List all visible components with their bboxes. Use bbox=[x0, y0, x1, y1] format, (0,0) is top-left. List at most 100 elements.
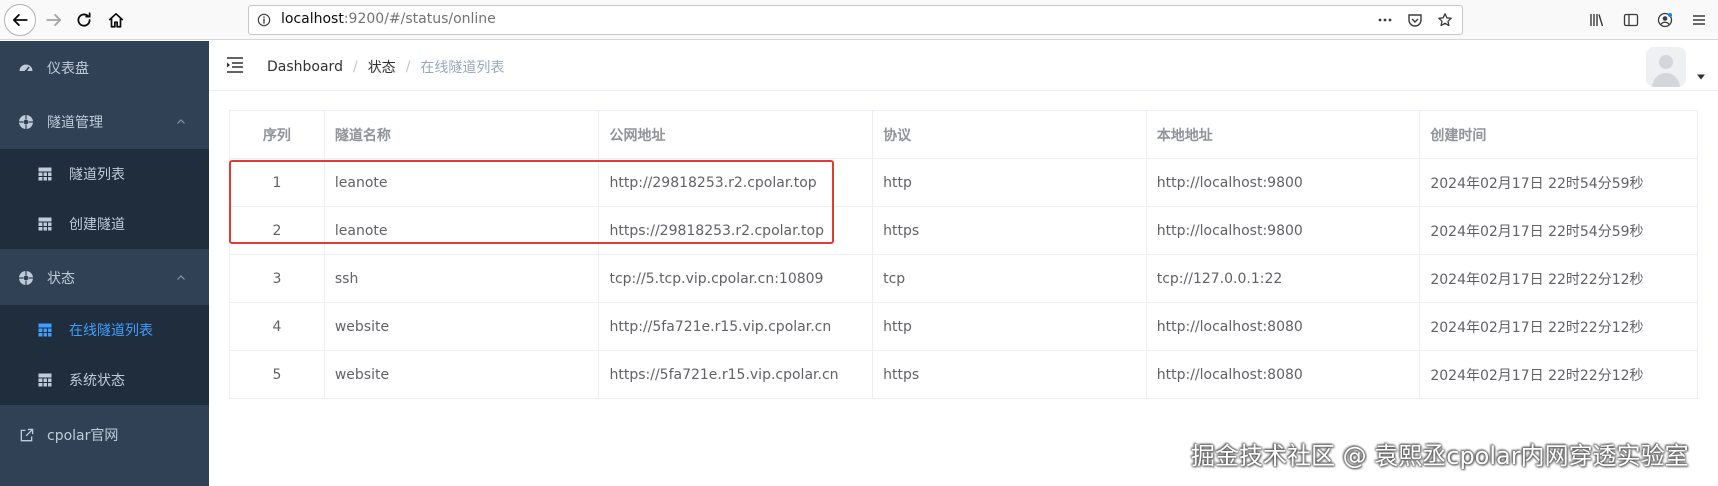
reload-button[interactable] bbox=[68, 4, 100, 36]
browser-toolbar: localhost:9200/#/status/online bbox=[0, 0, 1718, 40]
sidebar-toggle-icon[interactable] bbox=[1620, 9, 1642, 31]
table-icon bbox=[38, 323, 52, 337]
arrow-left-icon bbox=[12, 14, 28, 26]
back-button[interactable] bbox=[4, 4, 36, 36]
sidebar-item-label: 在线隧道列表 bbox=[69, 323, 153, 339]
home-button[interactable] bbox=[100, 4, 132, 36]
cell-public-url[interactable]: https://5fa721e.r15.vip.cpolar.cn bbox=[599, 351, 874, 398]
breadcrumb-item-current: 在线隧道列表 bbox=[420, 60, 505, 76]
cell-name: website bbox=[325, 351, 600, 398]
cell-created: 2024年02月17日 22时54分59秒 bbox=[1430, 223, 1644, 240]
cell-created: 2024年02月17日 22时22分12秒 bbox=[1430, 271, 1644, 288]
cell-local-address: http://localhost:9800 bbox=[1147, 159, 1421, 206]
table-row: 4 website http://5fa721e.r15.vip.cpolar.… bbox=[230, 303, 1697, 351]
cell-name: leanote bbox=[325, 159, 600, 206]
column-header-protocol: 协议 bbox=[873, 111, 1147, 158]
table-icon bbox=[38, 373, 52, 387]
sidebar: 仪表盘 隧道管理 隧道列表 创建隧道 状态 在线隧道列表 系统状态 cpolar… bbox=[0, 41, 209, 486]
sidebar-item-tunnel-management[interactable]: 隧道管理 bbox=[0, 95, 209, 149]
sidebar-item-label: 系统状态 bbox=[69, 373, 125, 389]
cell-index: 3 bbox=[230, 255, 325, 302]
sidebar-item-online-tunnels[interactable]: 在线隧道列表 bbox=[0, 305, 209, 355]
navbar: Dashboard / 状态 / 在线隧道列表 bbox=[209, 41, 1718, 91]
cell-public-url[interactable]: https://29818253.r2.cpolar.top bbox=[599, 207, 874, 254]
chevron-up-icon bbox=[177, 275, 185, 280]
table-row: 5 website https://5fa721e.r15.vip.cpolar… bbox=[230, 351, 1697, 399]
sidebar-item-tunnel-list[interactable]: 隧道列表 bbox=[0, 149, 209, 199]
caret-down-icon[interactable] bbox=[1696, 73, 1706, 81]
url-bar[interactable]: localhost:9200/#/status/online bbox=[248, 5, 1463, 35]
column-header-created: 创建时间 bbox=[1430, 127, 1487, 144]
user-avatar-icon bbox=[1646, 47, 1686, 87]
cell-protocol: http bbox=[873, 159, 1147, 206]
hamburger-icon[interactable] bbox=[225, 55, 245, 75]
sidebar-item-label: 状态 bbox=[47, 271, 75, 287]
breadcrumb-item-status: 状态 bbox=[367, 60, 396, 76]
sidebar-item-create-tunnel[interactable]: 创建隧道 bbox=[0, 199, 209, 249]
cell-created: 2024年02月17日 22时54分59秒 bbox=[1430, 175, 1644, 192]
account-icon[interactable] bbox=[1654, 9, 1676, 31]
breadcrumb: Dashboard / 状态 / 在线隧道列表 bbox=[267, 57, 504, 77]
table-icon bbox=[38, 217, 52, 231]
column-header-local-address: 本地地址 bbox=[1147, 111, 1421, 158]
page-actions-icon[interactable] bbox=[1376, 11, 1394, 29]
cell-index: 1 bbox=[230, 159, 325, 206]
sidebar-item-label: cpolar官网 bbox=[47, 428, 119, 444]
cell-protocol: http bbox=[873, 303, 1147, 350]
sidebar-item-label: 隧道管理 bbox=[47, 115, 103, 131]
cell-public-url[interactable]: http://5fa721e.r15.vip.cpolar.cn bbox=[599, 303, 874, 350]
cell-local-address: tcp://127.0.0.1:22 bbox=[1147, 255, 1421, 302]
table-icon bbox=[38, 167, 52, 181]
cell-protocol: tcp bbox=[873, 255, 1147, 302]
bookmark-star-icon[interactable] bbox=[1436, 11, 1454, 29]
cell-local-address: http://localhost:9800 bbox=[1147, 207, 1421, 254]
tunnel-submenu: 隧道列表 创建隧道 bbox=[0, 149, 209, 249]
status-icon bbox=[18, 270, 34, 286]
reload-icon bbox=[77, 12, 91, 27]
online-tunnels-table: 序列 隧道名称 公网地址 协议 本地地址 创建时间 1 leanote http… bbox=[229, 110, 1698, 399]
sidebar-item-dashboard[interactable]: 仪表盘 bbox=[0, 41, 209, 95]
cell-index: 5 bbox=[230, 351, 325, 398]
library-icon[interactable] bbox=[1586, 9, 1608, 31]
sidebar-item-system-status[interactable]: 系统状态 bbox=[0, 355, 209, 405]
cell-name: leanote bbox=[325, 207, 600, 254]
column-header-public-url: 公网地址 bbox=[599, 111, 874, 158]
external-link-icon bbox=[18, 427, 34, 443]
pocket-icon[interactable] bbox=[1406, 11, 1424, 29]
info-icon[interactable] bbox=[257, 13, 271, 27]
cell-name: ssh bbox=[325, 255, 600, 302]
cell-local-address: http://localhost:8080 bbox=[1147, 303, 1421, 350]
menu-icon[interactable] bbox=[1688, 9, 1710, 31]
breadcrumb-separator: / bbox=[405, 59, 411, 75]
cell-protocol: https bbox=[873, 351, 1147, 398]
table-row: 1 leanote http://29818253.r2.cpolar.top … bbox=[230, 159, 1697, 207]
cell-protocol: https bbox=[873, 207, 1147, 254]
cell-public-url[interactable]: tcp://5.tcp.vip.cpolar.cn:10809 bbox=[599, 255, 874, 302]
column-header-name: 隧道名称 bbox=[325, 111, 600, 158]
cell-name: website bbox=[325, 303, 600, 350]
cell-local-address: http://localhost:8080 bbox=[1147, 351, 1421, 398]
tunnel-icon bbox=[18, 114, 34, 130]
column-header-index: 序列 bbox=[230, 111, 325, 158]
url-text: localhost:9200/#/status/online bbox=[281, 11, 496, 27]
breadcrumb-item-dashboard[interactable]: Dashboard bbox=[267, 59, 343, 75]
home-icon bbox=[108, 12, 124, 28]
chevron-up-icon bbox=[177, 119, 185, 124]
sidebar-item-label: 创建隧道 bbox=[69, 217, 125, 233]
table-row: 3 ssh tcp://5.tcp.vip.cpolar.cn:10809 tc… bbox=[230, 255, 1697, 303]
arrow-right-icon bbox=[46, 14, 62, 26]
forward-button[interactable] bbox=[38, 4, 70, 36]
sidebar-item-status[interactable]: 状态 bbox=[0, 251, 209, 305]
cell-public-url[interactable]: http://29818253.r2.cpolar.top bbox=[599, 159, 874, 206]
avatar[interactable] bbox=[1646, 47, 1686, 87]
watermark-text: 掘金技术社区 @ 袁熙丞cpolar内网穿透实验室 bbox=[1191, 442, 1689, 470]
breadcrumb-separator: / bbox=[352, 59, 358, 75]
table-row: 2 leanote https://29818253.r2.cpolar.top… bbox=[230, 207, 1697, 255]
dashboard-icon bbox=[18, 60, 34, 76]
sidebar-item-cpolar-website[interactable]: cpolar官网 bbox=[0, 408, 209, 462]
status-submenu: 在线隧道列表 系统状态 bbox=[0, 305, 209, 405]
cell-created: 2024年02月17日 22时22分12秒 bbox=[1430, 319, 1644, 336]
sidebar-item-label: 隧道列表 bbox=[69, 167, 125, 183]
cell-created: 2024年02月17日 22时22分12秒 bbox=[1430, 367, 1644, 384]
table-header-row: 序列 隧道名称 公网地址 协议 本地地址 创建时间 bbox=[230, 111, 1697, 159]
